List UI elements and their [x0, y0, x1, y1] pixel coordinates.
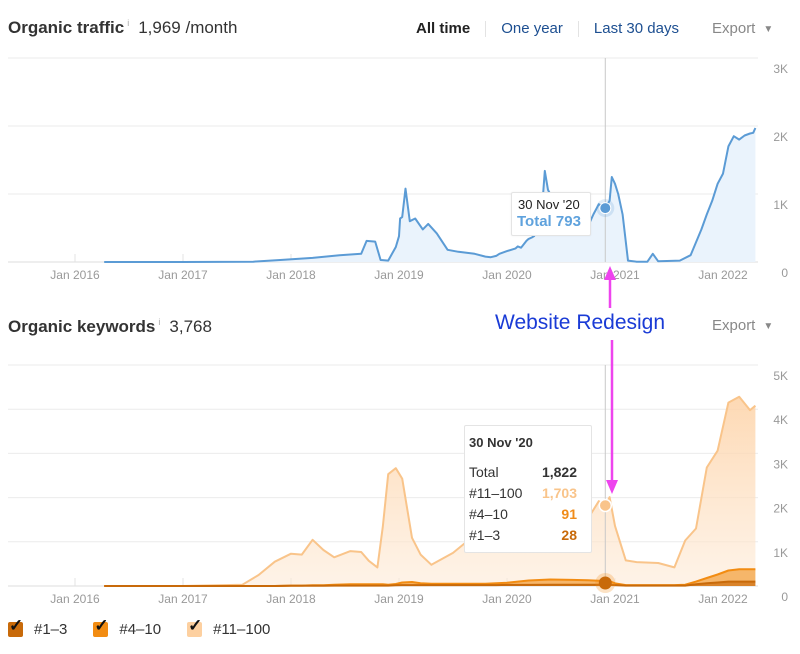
annotation-website-redesign: Website Redesign: [495, 311, 666, 334]
highlight-point: [599, 202, 612, 215]
tooltip-value: 1,703: [541, 485, 577, 501]
tooltip-total: Total 793: [517, 213, 581, 230]
x-tick-label: Jan 2018: [266, 592, 316, 606]
legend-item-11-100[interactable]: ✓ #11–100: [187, 616, 271, 638]
y-tick-label: 1K: [773, 198, 788, 212]
legend-checkbox[interactable]: ✓: [187, 616, 202, 637]
y-tick-label: 0: [781, 266, 788, 280]
legend-item-1-3[interactable]: ✓ #1–3: [8, 616, 68, 638]
checkmark-icon: ✓: [9, 616, 24, 635]
legend-label: #11–100: [213, 621, 271, 638]
annotation-arrow-down-head: [606, 480, 618, 494]
tooltip-label: #11–100: [469, 485, 523, 501]
y-tick-label: 2K: [773, 502, 788, 516]
tooltip-row-11-100: #11–100 1,703: [469, 485, 577, 501]
traffic-tooltip: 30 Nov '20 Total 793: [511, 192, 591, 236]
x-tick-label: Jan 2022: [698, 268, 748, 282]
y-tick-label: 4K: [773, 413, 788, 427]
y-tick-label: 5K: [773, 369, 788, 383]
charts-canvas: 0 1K 2K 3K Jan 2016 Jan 2017 Jan 2018 Jan 2019 J…: [8, 57, 788, 606]
legend-label: #1–3: [34, 621, 68, 638]
legend-label: #4–10: [119, 621, 162, 638]
x-tick-label: Jan 2022: [698, 592, 748, 606]
tooltip-label: Total: [469, 464, 499, 480]
y-tick-label: 2K: [773, 130, 788, 144]
tooltip-date: 30 Nov '20: [469, 435, 533, 450]
checkmark-icon: ✓: [94, 616, 109, 635]
tooltip-value: 28: [561, 527, 577, 543]
y-tick-label: 3K: [773, 62, 788, 76]
tooltip-row-1-3: #1–3 28: [469, 527, 577, 543]
highlight-point-1-3: [598, 576, 612, 590]
x-tick-label: Jan 2020: [482, 592, 532, 606]
tooltip-label: #4–10: [469, 506, 508, 522]
x-tick-label: Jan 2019: [374, 268, 424, 282]
tooltip-label: #1–3: [469, 527, 501, 543]
x-tick-label: Jan 2019: [374, 592, 424, 606]
y-tick-label: 3K: [773, 457, 788, 471]
x-tick-label: Jan 2020: [482, 268, 532, 282]
tooltip-date: 30 Nov '20: [518, 197, 580, 212]
tooltip-row-4-10: #4–10 91: [469, 506, 577, 522]
legend: ✓ #1–3 ✓ #4–10 ✓ #11–100: [8, 616, 296, 638]
x-tick-label: Jan 2016: [50, 592, 100, 606]
legend-checkbox[interactable]: ✓: [93, 616, 109, 637]
keywords-area-11-100: [104, 396, 756, 586]
traffic-area: [104, 128, 756, 262]
checkmark-icon: ✓: [188, 616, 203, 635]
tooltip-value: 91: [561, 506, 577, 522]
x-tick-label: Jan 2016: [50, 268, 100, 282]
x-tick-label: Jan 2017: [158, 592, 208, 606]
y-tick-label: 0: [781, 590, 788, 604]
tooltip-value: 1,822: [541, 464, 577, 480]
legend-item-4-10[interactable]: ✓ #4–10: [93, 616, 162, 638]
x-tick-label: Jan 2021: [590, 592, 640, 606]
keywords-line-11-100: [104, 395, 757, 587]
x-tick-label: Jan 2018: [266, 268, 316, 282]
legend-checkbox[interactable]: ✓: [8, 616, 23, 637]
y-tick-label: 1K: [773, 546, 788, 560]
x-tick-label: Jan 2017: [158, 268, 208, 282]
keywords-tooltip: 30 Nov '20 Total 1,822 #11–100 1,703 #4–…: [464, 425, 592, 553]
tooltip-row-total: Total 1,822: [469, 464, 577, 480]
highlight-point-11-100: [598, 498, 613, 513]
